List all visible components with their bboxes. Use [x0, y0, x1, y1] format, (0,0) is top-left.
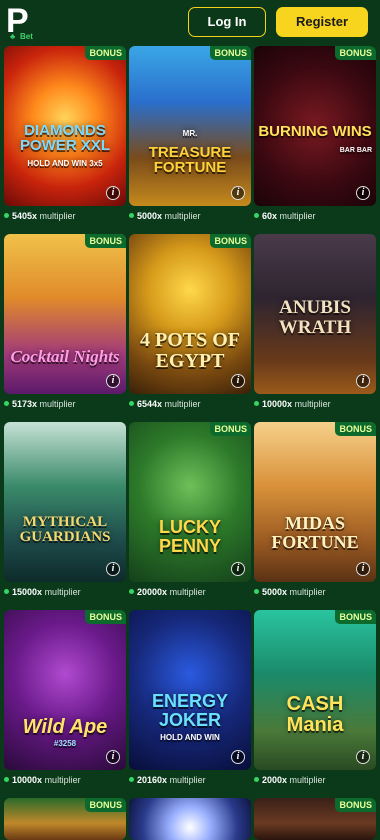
game-thumbnail[interactable]: DIAMONDS POWER XXL HOLD AND WIN 3x5 BONU…	[4, 46, 126, 206]
club-icon: ♣	[10, 32, 16, 41]
game-grid: DIAMONDS POWER XXL HOLD AND WIN 3x5 BONU…	[0, 0, 380, 840]
bonus-badge: BONUS	[85, 610, 126, 624]
info-icon[interactable]: i	[106, 186, 120, 200]
status-dot-icon	[129, 401, 134, 407]
game-title: CASH Mania	[286, 693, 344, 736]
status-dot-icon	[254, 777, 259, 783]
game-title: MIDAS FORTUNE	[271, 513, 359, 553]
multiplier-label: 6544x multiplier	[129, 399, 201, 409]
game-thumbnail[interactable]: CASH Mania BONUS i	[254, 610, 376, 770]
multiplier-label: 10000x multiplier	[254, 399, 331, 409]
game-subtitle: #3258	[53, 738, 77, 748]
multiplier-label: 2000x multiplier	[254, 775, 326, 785]
info-icon[interactable]: i	[106, 374, 120, 388]
game-title: MYTHICAL GUARDIANS	[19, 513, 111, 546]
info-icon[interactable]: i	[231, 374, 245, 388]
status-dot-icon	[254, 213, 259, 219]
bonus-badge: BONUS	[335, 46, 376, 60]
game-subtitle: HOLD AND WIN	[160, 732, 220, 742]
multiplier-label: 20160x multiplier	[129, 775, 206, 785]
multiplier-label: 60x multiplier	[254, 211, 316, 221]
bonus-badge: BONUS	[210, 234, 251, 248]
bonus-badge: BONUS	[210, 46, 251, 60]
game-thumbnail[interactable]: BURNING WINS BAR BAR BONUS i	[254, 46, 376, 206]
game-subtitle: MR.	[182, 128, 198, 138]
multiplier-label: 20000x multiplier	[129, 587, 206, 597]
multiplier-label: 5173x multiplier	[4, 399, 76, 409]
status-dot-icon	[4, 401, 9, 407]
game-thumbnail[interactable]: BONUS	[254, 798, 376, 840]
multiplier-label: 5000x multiplier	[129, 211, 201, 221]
game-thumbnail[interactable]: ENERGY JOKER HOLD AND WIN i	[129, 610, 251, 770]
logo[interactable]: P ♣ Bet	[4, 2, 40, 42]
game-thumbnail[interactable]: 4 POTS OF EGYPT BONUS i	[129, 234, 251, 394]
multiplier-label: 5000x multiplier	[254, 587, 326, 597]
top-header: P ♣ Bet Log In Register	[0, 0, 380, 44]
info-icon[interactable]: i	[356, 562, 370, 576]
game-thumbnail[interactable]: BONUS	[4, 798, 126, 840]
status-dot-icon	[4, 213, 9, 219]
info-icon[interactable]: i	[106, 562, 120, 576]
login-button[interactable]: Log In	[188, 7, 266, 37]
game-title: 4 POTS OF EGYPT	[139, 329, 240, 372]
info-icon[interactable]: i	[356, 186, 370, 200]
game-title: ANUBIS WRATH	[278, 297, 352, 339]
game-title: Cocktail Nights	[10, 347, 120, 367]
game-title: TREASURE FORTUNE	[148, 143, 232, 177]
info-icon[interactable]: i	[231, 750, 245, 764]
bonus-badge: BONUS	[335, 610, 376, 624]
info-icon[interactable]: i	[356, 374, 370, 388]
multiplier-label: 10000x multiplier	[4, 775, 81, 785]
status-dot-icon	[129, 777, 134, 783]
info-icon[interactable]: i	[356, 750, 370, 764]
game-thumbnail[interactable]: MIDAS FORTUNE BONUS i	[254, 422, 376, 582]
game-title: Wild Ape	[22, 716, 108, 738]
game-thumbnail[interactable]: TREASURE FORTUNE MR. BONUS i	[129, 46, 251, 206]
bonus-badge: BONUS	[85, 234, 126, 248]
game-subtitle: BAR BAR	[339, 146, 372, 154]
bonus-badge: BONUS	[85, 798, 126, 812]
game-thumbnail[interactable]: MYTHICAL GUARDIANS i	[4, 422, 126, 582]
register-button[interactable]: Register	[276, 7, 368, 37]
multiplier-label: 15000x multiplier	[4, 587, 81, 597]
game-title: DIAMONDS POWER XXL	[19, 121, 110, 155]
game-title: BURNING WINS	[258, 123, 372, 141]
bonus-badge: BONUS	[85, 46, 126, 60]
info-icon[interactable]: i	[231, 562, 245, 576]
game-thumbnail[interactable]: LUCKY PENNY BONUS i	[129, 422, 251, 582]
multiplier-label: 5405x multiplier	[4, 211, 76, 221]
info-icon[interactable]: i	[106, 750, 120, 764]
bonus-badge: BONUS	[335, 798, 376, 812]
game-thumbnail[interactable]: ANUBIS WRATH i	[254, 234, 376, 394]
status-dot-icon	[254, 589, 259, 595]
game-title: ENERGY JOKER	[151, 691, 229, 731]
game-thumbnail[interactable]	[129, 798, 251, 840]
game-thumbnail[interactable]: Wild Ape #3258 BONUS i	[4, 610, 126, 770]
status-dot-icon	[4, 589, 9, 595]
logo-sub: Bet	[20, 32, 33, 41]
game-thumbnail[interactable]: Cocktail Nights BONUS i	[4, 234, 126, 394]
game-subtitle: HOLD AND WIN 3x5	[27, 158, 103, 168]
bonus-badge: BONUS	[335, 422, 376, 436]
info-icon[interactable]: i	[231, 186, 245, 200]
game-title: LUCKY PENNY	[158, 517, 221, 557]
status-dot-icon	[254, 401, 259, 407]
status-dot-icon	[4, 777, 9, 783]
status-dot-icon	[129, 589, 134, 595]
bonus-badge: BONUS	[210, 422, 251, 436]
status-dot-icon	[129, 213, 134, 219]
